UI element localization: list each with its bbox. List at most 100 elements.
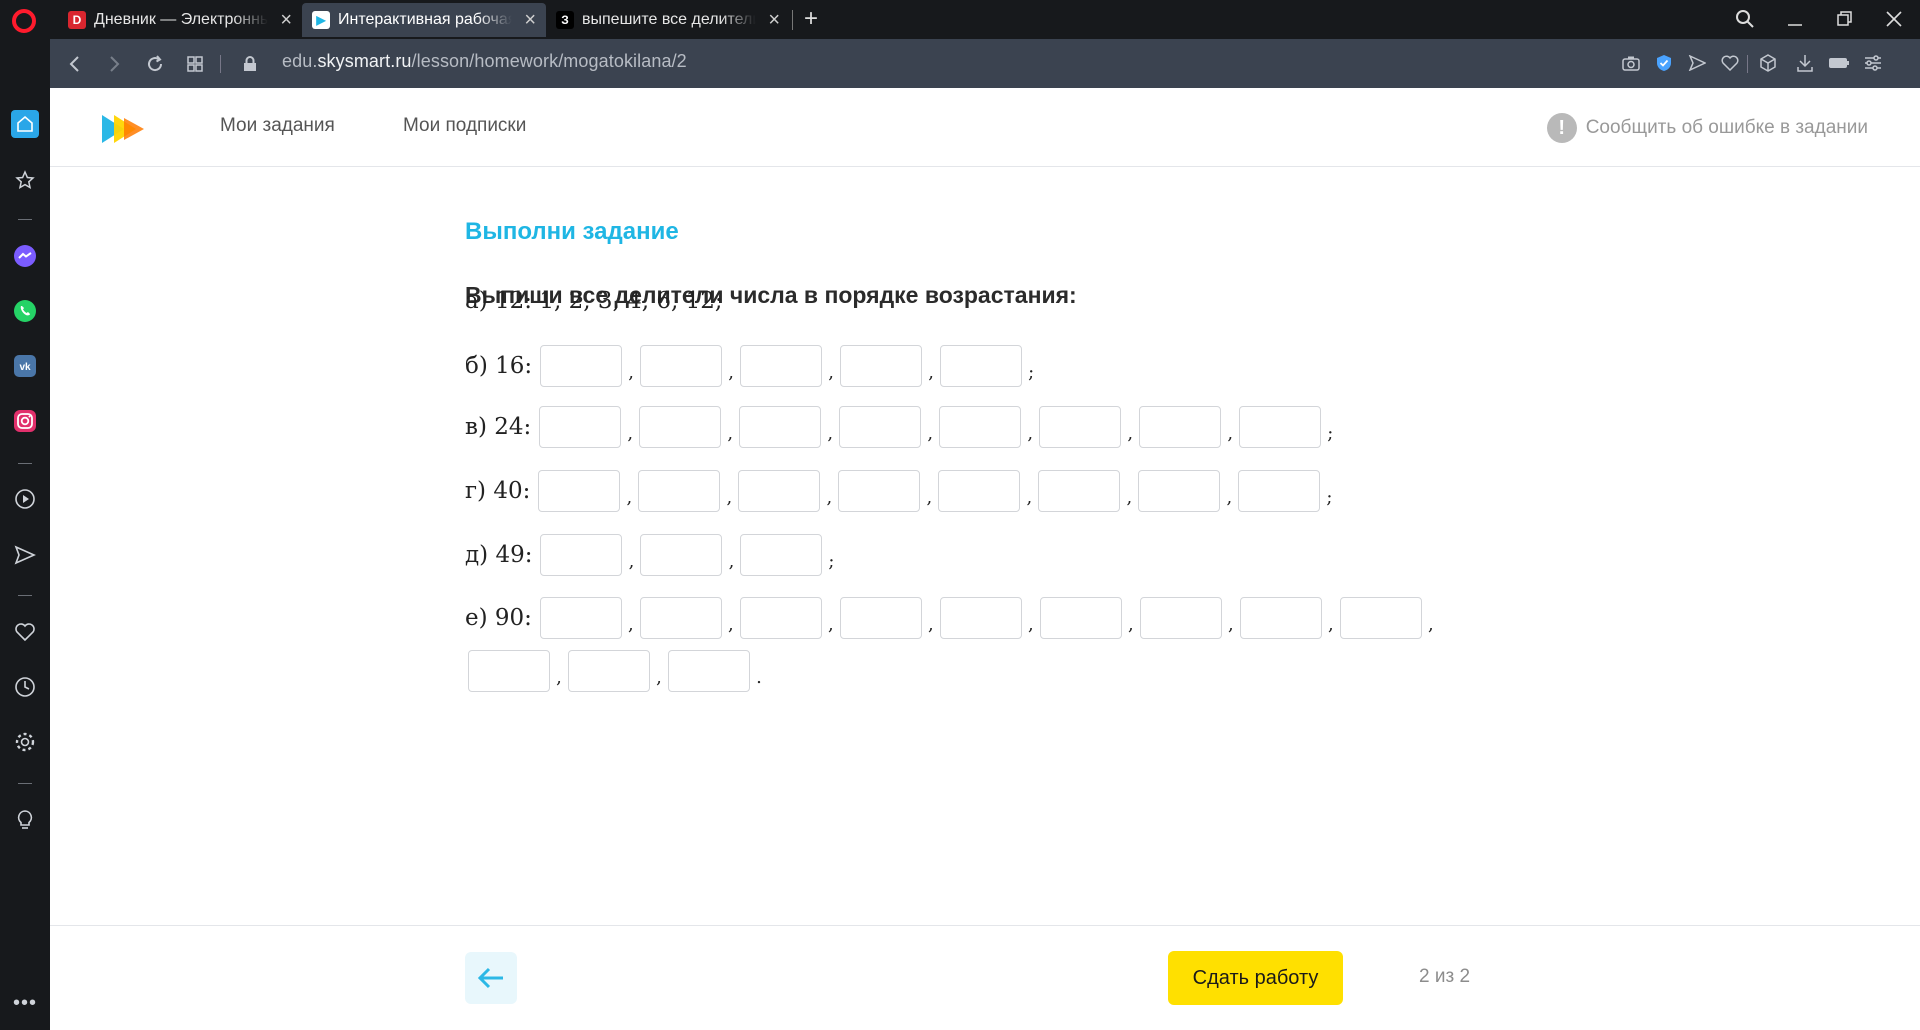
messenger-icon[interactable]: [11, 242, 39, 270]
answer-input-box[interactable]: [639, 597, 722, 639]
answer-input-box[interactable]: [1238, 470, 1321, 512]
answer-input-box[interactable]: [1139, 406, 1222, 448]
url-field[interactable]: edu.skysmart.ru/lesson/homework/mogatoki…: [282, 51, 687, 72]
answer-input-box[interactable]: [540, 345, 623, 387]
lock-icon[interactable]: [237, 51, 263, 77]
answer-input-box[interactable]: [739, 597, 822, 639]
reload-icon[interactable]: [142, 51, 168, 77]
adblock-shield-icon[interactable]: [1653, 52, 1675, 74]
back-arrow-button[interactable]: [465, 952, 517, 1004]
answer-input-box[interactable]: [468, 650, 550, 692]
separator: ,: [728, 551, 735, 572]
tiles-grid-icon[interactable]: [182, 51, 208, 77]
svg-text:vk: vk: [19, 362, 31, 373]
answer-input-box[interactable]: [838, 470, 921, 512]
close-tab-icon[interactable]: ×: [524, 10, 536, 30]
answer-input-box[interactable]: [740, 345, 823, 387]
nav-my-tasks[interactable]: Мои задания: [220, 115, 335, 137]
separator: ;: [1327, 423, 1334, 444]
row-label: г) 40:: [465, 478, 531, 504]
answer-input-box[interactable]: [1138, 470, 1221, 512]
back-nav-icon[interactable]: [62, 51, 88, 77]
answer-input-box[interactable]: [568, 650, 650, 692]
answer-input-box[interactable]: [1239, 597, 1322, 639]
answer-input-box[interactable]: [1038, 470, 1121, 512]
answer-input-box[interactable]: [740, 534, 823, 576]
restore-icon[interactable]: [1825, 4, 1865, 34]
site-header: Мои задания Мои подписки ! Сообщить об о…: [50, 88, 1920, 167]
separator: ,: [1128, 614, 1134, 635]
download-icon[interactable]: [1794, 52, 1816, 74]
answer-input-box[interactable]: [839, 597, 922, 639]
report-error-link[interactable]: ! Сообщить об ошибке в задании: [1546, 113, 1868, 143]
instagram-icon[interactable]: [11, 407, 39, 435]
answer-row: б) 16:,,,,;: [465, 345, 1040, 387]
submit-work-button[interactable]: Сдать работу: [1168, 951, 1343, 1005]
answer-input-box[interactable]: [940, 345, 1023, 387]
answer-input-box[interactable]: [639, 406, 722, 448]
answer-input-box[interactable]: [668, 650, 750, 692]
separator: ,: [1428, 614, 1434, 635]
lightbulb-tips-icon[interactable]: [11, 806, 39, 834]
bookmarks-heart-icon[interactable]: [11, 618, 39, 646]
search-tabs-icon[interactable]: [1725, 4, 1765, 34]
answer-input-box[interactable]: [840, 345, 923, 387]
answer-input-box[interactable]: [839, 406, 922, 448]
answer-input-box[interactable]: [1039, 406, 1122, 448]
tab-diary[interactable]: D Дневник — Электронный ×: [58, 3, 302, 37]
row-label: б) 16:: [465, 353, 533, 379]
skysmart-favicon-icon: ▶: [312, 11, 330, 29]
answer-row: а) 12: 1, 2, 3, 4, 6, 12;: [465, 288, 731, 314]
heart-bookmark-icon[interactable]: [1719, 52, 1741, 74]
close-tab-icon[interactable]: ×: [280, 10, 292, 30]
separator: ,: [928, 362, 935, 383]
separator: ,: [628, 551, 635, 572]
answer-input-box[interactable]: [938, 470, 1021, 512]
answer-input-box[interactable]: [1339, 597, 1422, 639]
answer-input-box[interactable]: [638, 470, 721, 512]
battery-saver-icon[interactable]: [1828, 52, 1850, 74]
skysmart-logo-icon[interactable]: [102, 114, 146, 149]
answer-input-box[interactable]: [1239, 406, 1322, 448]
answer-input-box[interactable]: [539, 597, 622, 639]
answer-input-box[interactable]: [1139, 597, 1222, 639]
task-title: Выполни задание: [465, 218, 679, 245]
answer-input-box[interactable]: [640, 345, 723, 387]
player-icon[interactable]: [11, 485, 39, 513]
pinboard-star-icon[interactable]: [11, 166, 39, 194]
whatsapp-icon[interactable]: [11, 297, 39, 325]
easy-setup-sliders-icon[interactable]: [1862, 52, 1884, 74]
answer-input-box[interactable]: [538, 470, 621, 512]
answer-input-box[interactable]: [539, 406, 622, 448]
answer-input-box[interactable]: [640, 534, 723, 576]
answer-input-box[interactable]: [738, 470, 821, 512]
forward-nav-icon[interactable]: [101, 51, 127, 77]
answer-input-box[interactable]: [739, 406, 822, 448]
speed-dial-home-icon[interactable]: [11, 110, 39, 138]
nav-my-subscriptions[interactable]: Мои подписки: [403, 115, 526, 137]
minimize-icon[interactable]: [1775, 4, 1815, 34]
vk-icon[interactable]: vk: [11, 352, 39, 380]
camera-snapshot-icon[interactable]: [1620, 52, 1642, 74]
close-tab-icon[interactable]: ×: [768, 10, 780, 30]
new-tab-plus-icon[interactable]: +: [791, 4, 831, 34]
flow-send-icon[interactable]: [11, 541, 39, 569]
answer-input-box[interactable]: [1039, 597, 1122, 639]
task-content: Выполни задание Выпиши все делители числ…: [465, 218, 1565, 692]
znanija-favicon-icon: З: [556, 11, 574, 29]
opera-logo-icon[interactable]: [12, 9, 36, 33]
send-icon[interactable]: [1686, 52, 1708, 74]
settings-gear-icon[interactable]: [11, 728, 39, 756]
separator: ,: [828, 614, 834, 635]
answer-input-box[interactable]: [540, 534, 623, 576]
extensions-cube-icon[interactable]: [1757, 52, 1779, 74]
history-clock-icon[interactable]: [11, 673, 39, 701]
more-dots-icon[interactable]: •••: [11, 989, 39, 1017]
sidebar-divider: [18, 463, 32, 464]
tab-skysmart[interactable]: ▶ Интерактивная рабочая т ×: [302, 3, 546, 37]
tab-znanija[interactable]: З выпешите все делители ч ×: [546, 3, 790, 37]
answer-input-box[interactable]: [939, 597, 1022, 639]
separator: ,: [656, 667, 662, 688]
answer-input-box[interactable]: [939, 406, 1022, 448]
close-window-icon[interactable]: [1874, 4, 1914, 34]
